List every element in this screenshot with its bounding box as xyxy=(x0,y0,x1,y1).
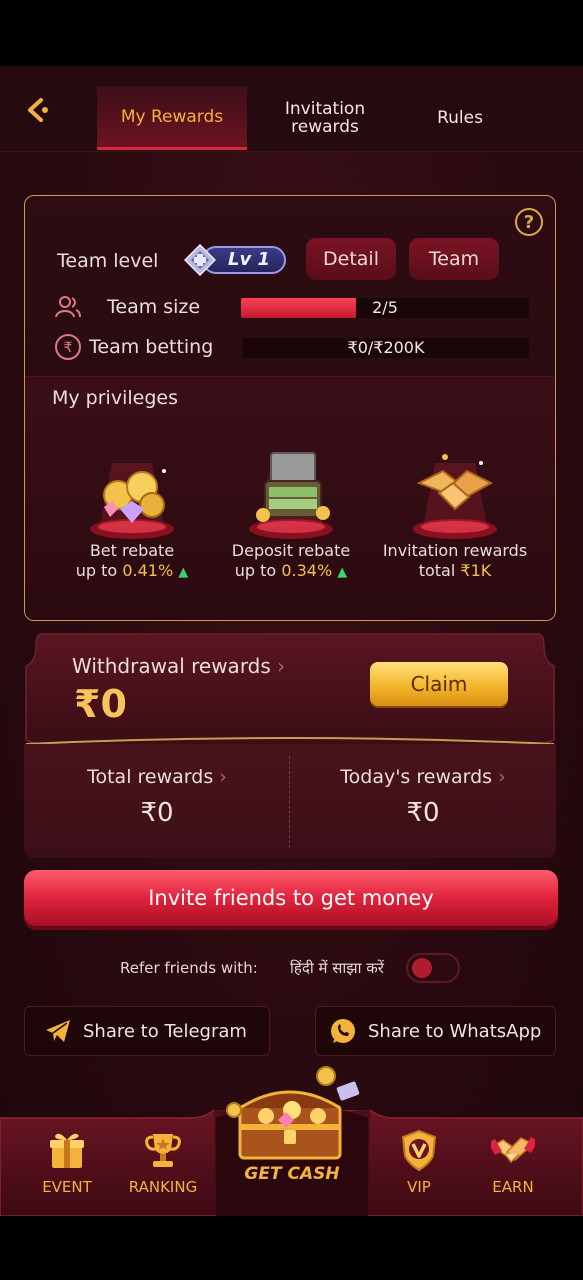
team-size-value: 2/5 xyxy=(372,298,398,317)
tab-invitation-rewards[interactable]: Invitation rewards xyxy=(260,86,390,150)
bottom-nav: EVENT RANKING GET CASH VIP EARN xyxy=(0,1066,583,1216)
privilege-deposit-rebate-value: up to 0.34% ▲ xyxy=(211,561,371,580)
claim-button-label: Claim xyxy=(410,672,468,696)
team-size-bar: 2/5 xyxy=(241,298,529,318)
coins-gems-icon xyxy=(90,463,174,539)
privilege-deposit-rebate-name: Deposit rebate xyxy=(231,541,351,560)
invite-friends-button[interactable]: Invite friends to get money xyxy=(24,870,558,926)
total-rewards-link[interactable]: Total rewards › xyxy=(24,766,290,788)
trophy-icon xyxy=(145,1134,181,1167)
handshake-icon xyxy=(413,454,497,539)
privilege-deposit-rebate-prefix: up to xyxy=(234,561,277,580)
tab-invitation-rewards-label: Invitation rewards xyxy=(284,99,366,137)
team-button-label: Team xyxy=(428,248,480,270)
up-arrow-icon: ▲ xyxy=(178,565,189,580)
privilege-invitation-rewards-name: Invitation rewards xyxy=(382,541,528,560)
privilege-bet-rebate-prefix: up to xyxy=(75,561,118,580)
treasure-chest-icon[interactable] xyxy=(226,1066,362,1166)
total-rewards-label: Total rewards xyxy=(87,766,214,788)
privileges-section: My privileges Bet rebate up to 0.41% ▲ D… xyxy=(25,376,555,620)
tab-rules[interactable]: Rules xyxy=(405,86,515,150)
tab-my-rewards[interactable]: My Rewards xyxy=(97,86,247,150)
privileges-title: My privileges xyxy=(52,387,178,409)
privilege-deposit-rebate-percent: 0.34% xyxy=(281,561,333,580)
tab-my-rewards-label: My Rewards xyxy=(120,106,224,127)
privilege-deposit-rebate[interactable]: Deposit rebate up to 0.34% ▲ xyxy=(211,437,371,587)
header: My Rewards Invitation rewards Rules xyxy=(0,66,583,152)
claim-button[interactable]: Claim xyxy=(370,662,508,706)
hindi-share-label: हिंदी में साझा करें xyxy=(290,959,384,977)
up-arrow-icon: ▲ xyxy=(337,565,348,580)
withdrawal-amount: ₹0 xyxy=(74,682,127,726)
tab-rules-label: Rules xyxy=(437,108,483,128)
hindi-share-toggle[interactable] xyxy=(406,953,460,983)
nav-earn-label: EARN xyxy=(492,1178,534,1196)
team-betting-label: Team betting xyxy=(89,336,214,358)
withdrawal-rewards-card: Withdrawal rewards › ₹0 Claim xyxy=(30,632,550,744)
privilege-invitation-rewards-value: total ₹1K xyxy=(375,561,535,580)
refer-label: Refer friends with: xyxy=(120,959,258,977)
handshake-icon xyxy=(491,1136,535,1164)
people-icon xyxy=(55,296,81,318)
rupee-coin-icon: ₹ xyxy=(55,334,81,360)
team-betting-value: ₹0/₹200K xyxy=(347,338,425,357)
nav-get-cash[interactable]: GET CASH xyxy=(218,1164,366,1184)
privilege-bet-rebate-name: Bet rebate xyxy=(89,541,175,560)
system-bar xyxy=(0,1216,583,1280)
level-badge: Lv 1 xyxy=(180,242,288,276)
chevron-right-icon: › xyxy=(498,766,506,788)
todays-rewards-link[interactable]: Today's rewards › xyxy=(290,766,556,788)
chevron-right-icon: › xyxy=(277,654,286,678)
team-card: ? Team level Lv 1 Detail Team Team size xyxy=(24,195,556,621)
gift-icon xyxy=(50,1133,84,1168)
nav-event-label: EVENT xyxy=(42,1178,92,1196)
privilege-bet-rebate-value: up to 0.41% ▲ xyxy=(52,561,212,580)
team-level-label: Team level xyxy=(57,250,159,272)
detail-button-label: Detail xyxy=(323,248,379,270)
nav-ranking-label: RANKING xyxy=(128,1178,198,1196)
nav-event[interactable]: EVENT xyxy=(17,1128,117,1196)
privilege-bet-rebate[interactable]: Bet rebate up to 0.41% ▲ xyxy=(52,437,212,587)
privilege-invitation-rewards-prefix: total xyxy=(418,561,456,580)
team-betting-bar: ₹0/₹200K xyxy=(243,338,529,358)
total-rewards-value: ₹0 xyxy=(140,798,174,828)
rewards-stats: Total rewards › ₹0 Today's rewards › ₹0 xyxy=(24,744,556,858)
diamond-icon xyxy=(184,244,216,276)
chevron-right-icon: › xyxy=(219,766,227,788)
todays-rewards-label: Today's rewards xyxy=(340,766,493,788)
privilege-invitation-rewards-amount: ₹1K xyxy=(460,561,492,580)
share-whatsapp-label: Share to WhatsApp xyxy=(368,1020,542,1042)
team-size-label: Team size xyxy=(107,296,201,318)
share-whatsapp-button[interactable]: Share to WhatsApp xyxy=(315,1006,556,1056)
nav-ranking[interactable]: RANKING xyxy=(113,1128,213,1196)
team-button[interactable]: Team xyxy=(409,238,499,280)
todays-rewards-value: ₹0 xyxy=(406,798,440,828)
back-arrow-icon xyxy=(28,98,48,122)
help-icon[interactable]: ? xyxy=(515,208,543,236)
share-telegram-label: Share to Telegram xyxy=(83,1020,247,1042)
privilege-invitation-rewards[interactable]: Invitation rewards total ₹1K xyxy=(375,437,535,587)
cash-case-icon xyxy=(249,452,333,539)
vip-shield-icon xyxy=(401,1129,437,1172)
svg-text:₹: ₹ xyxy=(64,340,73,356)
withdrawal-rewards-title[interactable]: Withdrawal rewards › xyxy=(72,654,285,678)
nav-get-cash-label: GET CASH xyxy=(244,1164,340,1184)
whatsapp-icon xyxy=(331,1019,355,1043)
detail-button[interactable]: Detail xyxy=(306,238,396,280)
privilege-bet-rebate-percent: 0.41% xyxy=(122,561,174,580)
nav-earn[interactable]: EARN xyxy=(463,1128,563,1196)
back-button[interactable] xyxy=(20,92,56,128)
rewards-screen: My Rewards Invitation rewards Rules ? Te… xyxy=(0,66,583,1216)
share-telegram-button[interactable]: Share to Telegram xyxy=(24,1006,270,1056)
withdrawal-rewards-label: Withdrawal rewards xyxy=(72,654,271,678)
toggle-knob xyxy=(412,958,432,978)
invite-friends-label: Invite friends to get money xyxy=(148,886,434,910)
nav-vip-label: VIP xyxy=(407,1178,431,1196)
telegram-icon xyxy=(46,1020,70,1042)
nav-vip[interactable]: VIP xyxy=(369,1128,469,1196)
